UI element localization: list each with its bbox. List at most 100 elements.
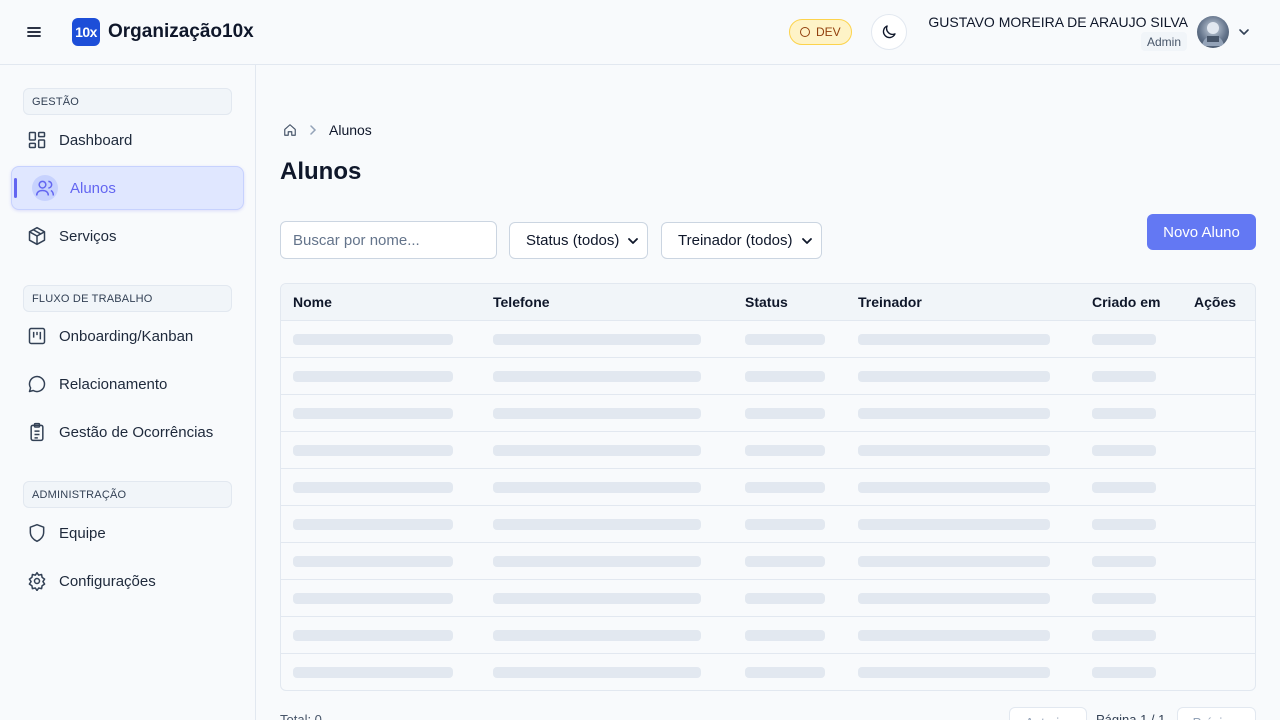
sidebar-item-label: Onboarding/Kanban <box>59 327 194 345</box>
column-header-telefone[interactable]: Telefone <box>493 294 550 310</box>
breadcrumb-current: Alunos <box>329 122 372 138</box>
skeleton-cell <box>293 630 453 641</box>
sidebar-item-servicos[interactable]: Serviços <box>23 216 232 256</box>
skeleton-cell <box>493 371 701 382</box>
brand-name: Organização10x <box>108 21 254 42</box>
chevron-right-icon <box>310 125 317 135</box>
skeleton-cell <box>493 556 701 567</box>
skeleton-cell <box>493 408 701 419</box>
table-row <box>281 395 1255 432</box>
shield-icon <box>29 523 45 543</box>
user-name[interactable]: GUSTAVO MOREIRA DE ARAUJO SILVA <box>928 14 1188 30</box>
brand[interactable]: 10x Organização10x <box>72 18 254 46</box>
skeleton-cell <box>293 445 453 456</box>
table-row <box>281 469 1255 506</box>
table-row <box>281 321 1255 358</box>
skeleton-cell <box>745 482 825 493</box>
new-student-button[interactable]: Novo Aluno <box>1147 214 1256 250</box>
skeleton-cell <box>1092 519 1156 530</box>
home-icon[interactable] <box>283 123 297 137</box>
table-row <box>281 654 1255 690</box>
column-header-acoes: Ações <box>1194 294 1237 310</box>
sidebar-item-label: Gestão de Ocorrências <box>59 423 214 441</box>
column-header-treinador[interactable]: Treinador <box>858 294 922 310</box>
sidebar-item-label: Dashboard <box>59 131 133 149</box>
avatar[interactable] <box>1197 16 1229 48</box>
prev-page-button[interactable]: Anterior <box>1009 707 1087 720</box>
search-input[interactable] <box>280 221 497 259</box>
skeleton-cell <box>858 482 1050 493</box>
table-row <box>281 432 1255 469</box>
box-icon <box>28 226 46 246</box>
sidebar-item-relacionamento[interactable]: Relacionamento <box>23 364 232 404</box>
gear-icon <box>28 571 46 591</box>
skeleton-cell <box>858 445 1050 456</box>
skeleton-cell <box>745 667 825 678</box>
skeleton-cell <box>293 482 453 493</box>
status-filter-select[interactable]: Status (todos) <box>509 222 648 259</box>
table-header: Nome Telefone Status Treinador Criado em… <box>281 284 1255 321</box>
sidebar-item-configuracoes[interactable]: Configurações <box>23 561 232 601</box>
sidebar-item-equipe[interactable]: Equipe <box>23 513 232 553</box>
skeleton-cell <box>1092 556 1156 567</box>
kanban-icon <box>28 327 46 345</box>
page-info: Página 1 / 1 <box>1096 712 1166 720</box>
skeleton-cell <box>1092 630 1156 641</box>
skeleton-cell <box>745 371 825 382</box>
sidebar-item-label: Relacionamento <box>59 375 168 393</box>
sidebar-item-ocorrencias[interactable]: Gestão de Ocorrências <box>23 412 232 452</box>
skeleton-cell <box>745 593 825 604</box>
theme-toggle-button[interactable] <box>871 14 907 50</box>
env-badge: DEV <box>789 19 852 45</box>
chevron-down-icon[interactable] <box>1237 25 1251 39</box>
users-icon <box>32 175 58 201</box>
sidebar-item-label: Configurações <box>59 572 156 590</box>
skeleton-cell <box>1092 667 1156 678</box>
skeleton-cell <box>293 556 453 567</box>
avatar-image <box>1202 22 1224 46</box>
skeleton-cell <box>858 630 1050 641</box>
menu-icon[interactable] <box>24 22 44 42</box>
column-header-nome[interactable]: Nome <box>293 294 332 310</box>
user-role-badge: Admin <box>1140 32 1187 51</box>
chevron-down-icon <box>628 237 638 244</box>
skeleton-cell <box>293 519 453 530</box>
skeleton-cell <box>1092 482 1156 493</box>
skeleton-cell <box>293 593 453 604</box>
next-page-button[interactable]: Próxima <box>1177 707 1256 720</box>
moon-icon <box>882 25 896 39</box>
chat-icon <box>28 375 46 393</box>
skeleton-cell <box>493 630 701 641</box>
sidebar-item-dashboard[interactable]: Dashboard <box>23 120 232 160</box>
skeleton-cell <box>858 408 1050 419</box>
env-dot-icon <box>800 27 810 37</box>
skeleton-cell <box>858 593 1050 604</box>
skeleton-cell <box>493 445 701 456</box>
skeleton-cell <box>858 371 1050 382</box>
skeleton-cell <box>493 519 701 530</box>
dashboard-icon <box>28 131 46 149</box>
sidebar-section-fluxo: FLUXO DE TRABALHO <box>23 285 232 312</box>
trainer-filter-select[interactable]: Treinador (todos) <box>661 222 822 259</box>
breadcrumb: Alunos <box>283 122 372 138</box>
sidebar-item-alunos[interactable]: Alunos <box>11 166 244 210</box>
env-badge-label: DEV <box>816 25 841 39</box>
skeleton-cell <box>858 667 1050 678</box>
skeleton-cell <box>293 371 453 382</box>
table-row <box>281 617 1255 654</box>
table-row <box>281 580 1255 617</box>
skeleton-cell <box>1092 371 1156 382</box>
skeleton-cell <box>858 556 1050 567</box>
table-row <box>281 358 1255 395</box>
skeleton-cell <box>858 334 1050 345</box>
skeleton-cell <box>745 334 825 345</box>
table-row <box>281 506 1255 543</box>
skeleton-cell <box>1092 445 1156 456</box>
status-filter-value: Status (todos) <box>526 232 620 249</box>
column-header-criado-em[interactable]: Criado em <box>1092 294 1160 310</box>
column-header-status[interactable]: Status <box>745 294 788 310</box>
clipboard-icon <box>30 422 44 442</box>
sidebar-item-label: Alunos <box>70 179 116 197</box>
skeleton-cell <box>493 667 701 678</box>
sidebar-item-onboarding[interactable]: Onboarding/Kanban <box>23 316 232 356</box>
